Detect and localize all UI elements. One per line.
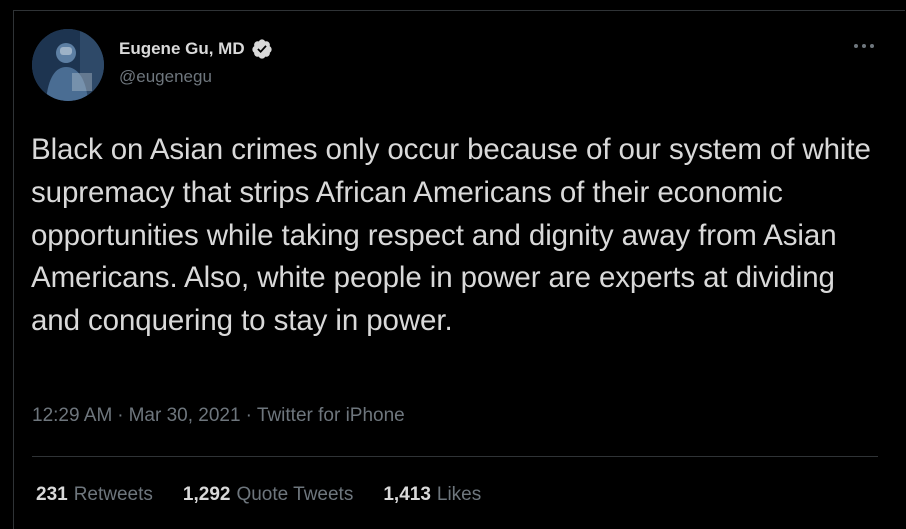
more-options-icon[interactable]	[849, 36, 879, 56]
engagement-stats: 231 Retweets 1,292 Quote Tweets 1,413 Li…	[36, 484, 481, 506]
author-handle[interactable]: @eugenegu	[119, 67, 212, 87]
tweet-time[interactable]: 12:29 AM	[32, 405, 112, 427]
likes-stat[interactable]: 1,413 Likes	[383, 484, 481, 506]
divider	[32, 456, 878, 457]
tweet-date[interactable]: Mar 30, 2021	[129, 405, 241, 427]
quote-tweets-stat[interactable]: 1,292 Quote Tweets	[183, 484, 353, 506]
likes-count: 1,413	[383, 484, 431, 505]
retweets-label: Retweets	[73, 484, 153, 505]
tweet-metadata: 12:29 AM · Mar 30, 2021 · Twitter for iP…	[32, 405, 405, 427]
quote-tweets-count: 1,292	[182, 484, 231, 505]
meta-separator: ·	[245, 405, 252, 426]
tweet-text: Black on Asian crimes only occur because…	[31, 133, 871, 338]
quote-tweets-label: Quote Tweets	[236, 484, 354, 505]
author-name[interactable]: Eugene Gu, MD	[119, 39, 245, 59]
verified-badge-icon	[251, 38, 273, 60]
surgeon-avatar-image	[32, 29, 104, 101]
tweet-source[interactable]: Twitter for iPhone	[257, 405, 405, 427]
retweets-count: 231	[36, 484, 68, 505]
likes-label: Likes	[436, 484, 482, 505]
retweets-stat[interactable]: 231 Retweets	[36, 484, 153, 506]
meta-separator: ·	[117, 405, 124, 426]
avatar[interactable]	[32, 29, 104, 101]
